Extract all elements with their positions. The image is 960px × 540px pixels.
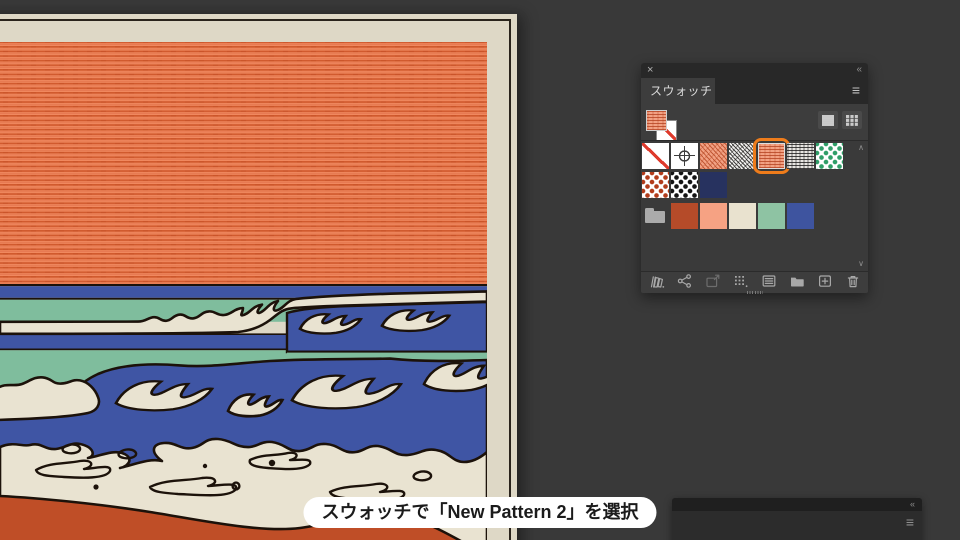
swatch-dots[interactable] <box>671 171 698 198</box>
swatch-registration[interactable] <box>671 143 698 169</box>
panel-toolbar <box>641 272 868 290</box>
swatch-solid[interactable] <box>700 202 727 229</box>
list-view-button[interactable] <box>818 111 838 129</box>
tab-swatches[interactable]: スウォッチ <box>641 78 715 104</box>
swatch-solid[interactable] <box>729 202 756 229</box>
swatch-row <box>642 138 868 174</box>
swatches-panel: × « スウォッチ ≡ ∧ ∨ <box>641 63 868 294</box>
artboard-poster <box>0 14 517 540</box>
delete-swatch-button[interactable] <box>844 273 861 290</box>
swatch-folder <box>642 203 669 229</box>
swatch-solid[interactable] <box>787 202 814 229</box>
swatch-hatch-dark[interactable] <box>729 143 756 169</box>
illustrator-workspace: × « スウォッチ ≡ ∧ ∨ « ≡ スウォッチで「New Pattern 2… <box>0 0 960 540</box>
panel-menu-icon[interactable]: ≡ <box>852 82 860 98</box>
swatch-libraries-icon <box>650 276 664 288</box>
list-view-icon <box>822 114 834 126</box>
sky-striped-pattern <box>0 42 487 285</box>
panel-tab-row: スウォッチ ≡ <box>641 78 868 104</box>
swatch-kinds-icon <box>734 276 747 288</box>
close-icon[interactable]: × <box>647 63 653 78</box>
add-from-library-button <box>704 273 721 290</box>
collapse-icon[interactable]: « <box>856 63 861 77</box>
swatch-hatch-coral[interactable] <box>700 143 727 169</box>
new-color-group-icon <box>790 277 804 287</box>
caption-pill: スウォッチで「New Pattern 2」を選択 <box>303 497 657 528</box>
swatch-none[interactable] <box>642 143 669 169</box>
new-swatch-button[interactable] <box>816 273 833 290</box>
swatch-options-button[interactable] <box>760 273 777 290</box>
delete-swatch-icon <box>847 276 858 288</box>
wave-illustration <box>0 42 487 540</box>
panel-titlebar: × « <box>641 63 868 78</box>
cc-library-button[interactable] <box>676 273 693 290</box>
panel-resize-grip[interactable] <box>746 291 763 294</box>
swatch-lines-dark[interactable] <box>787 143 814 169</box>
scroll-down-icon[interactable]: ∨ <box>858 260 864 268</box>
swatch-kinds-menu-button[interactable] <box>732 273 749 290</box>
swatch-grid <box>641 138 868 229</box>
swatch-dots[interactable] <box>642 171 669 198</box>
swatch-solid[interactable] <box>671 202 698 229</box>
swatch-solid[interactable] <box>758 202 785 229</box>
bottom-panel: « ≡ <box>672 498 922 540</box>
fill-proxy-pattern[interactable] <box>646 110 667 131</box>
panel-menu-icon[interactable]: ≡ <box>906 514 914 530</box>
new-color-group-button[interactable] <box>788 273 805 290</box>
panel-body: ∧ ∨ <box>641 104 868 294</box>
fill-stroke-proxy[interactable] <box>646 110 680 144</box>
swatch-list: ∧ ∨ <box>641 138 868 272</box>
swatch-row <box>642 202 868 229</box>
swatch-libraries-menu-button[interactable] <box>648 273 665 290</box>
cc-library-icon <box>677 274 691 288</box>
new-swatch-icon <box>818 275 831 287</box>
collapse-icon[interactable]: « <box>910 498 915 511</box>
swatch-solid[interactable] <box>700 171 727 198</box>
add-from-library-icon <box>705 274 719 288</box>
swatch-options-icon <box>762 275 775 287</box>
view-toggle-group <box>818 111 862 129</box>
swatch-row <box>642 171 868 198</box>
bottom-panel-titlebar: « <box>672 498 922 511</box>
swatch-new-pattern-2[interactable] <box>753 138 790 174</box>
swatch-dots[interactable] <box>816 143 843 169</box>
scroll-up-icon[interactable]: ∧ <box>858 144 864 152</box>
grid-view-icon <box>846 114 858 126</box>
grid-view-button[interactable] <box>842 111 862 129</box>
